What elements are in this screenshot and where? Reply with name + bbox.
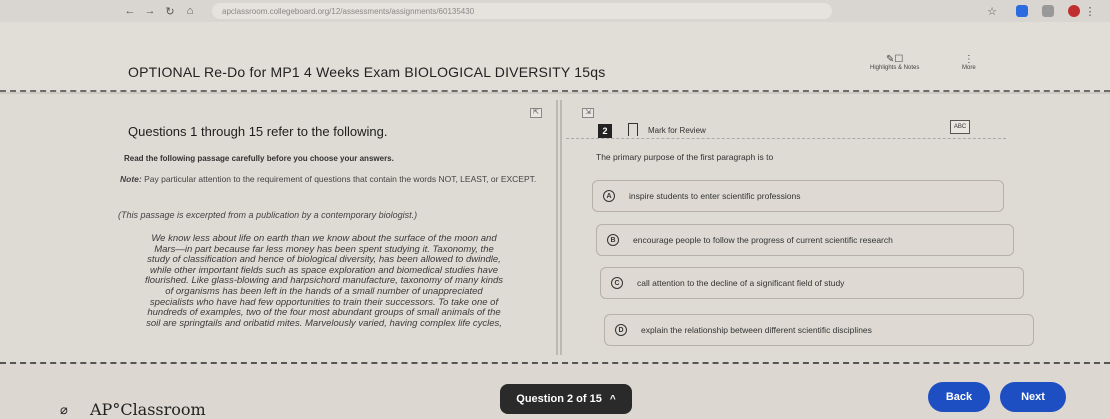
ap-classroom-logo: AP°Classroom xyxy=(90,400,206,419)
ap-logo-icon: ⌀ xyxy=(60,402,68,417)
question-navigator-button[interactable]: Question 2 of 15 ^ xyxy=(500,384,632,414)
puzzle-icon[interactable] xyxy=(1042,5,1054,17)
address-bar[interactable]: apclassroom.collegeboard.org/12/assessme… xyxy=(212,3,832,19)
question-range-heading: Questions 1 through 15 refer to the foll… xyxy=(128,124,388,139)
answer-choice-b[interactable]: B encourage people to follow the progres… xyxy=(596,224,1014,256)
passage-line: soil are springtails and oribatid mites.… xyxy=(146,317,502,329)
instructions: Read the following passage carefully bef… xyxy=(124,154,394,163)
note-text: Pay particular attention to the requirem… xyxy=(141,174,537,184)
passage-text: We know less about life on earth than we… xyxy=(104,233,544,329)
passage-line: of organisms has been left in the hands … xyxy=(165,285,483,297)
highlighter-icon: ✎☐ xyxy=(886,54,904,65)
choice-letter: A xyxy=(603,190,615,202)
home-icon[interactable]: ⌂ xyxy=(180,5,200,17)
choice-text: encourage people to follow the progress … xyxy=(633,235,893,245)
note: Note: Pay particular attention to the re… xyxy=(120,174,540,184)
choice-text: explain the relationship between differe… xyxy=(641,325,872,335)
choice-letter: C xyxy=(611,277,623,289)
back-button[interactable]: Back xyxy=(928,382,990,412)
footer: ⌀ AP°Classroom Question 2 of 15 ^ Back N… xyxy=(0,362,1110,419)
pane-divider[interactable] xyxy=(556,100,562,355)
note-lead: Note: xyxy=(120,174,142,184)
chevron-up-icon: ^ xyxy=(609,393,616,405)
question-pane: 2 Mark for Review ABC The primary purpos… xyxy=(566,94,1110,362)
next-button[interactable]: Next xyxy=(1000,382,1066,412)
more-label: More xyxy=(962,65,976,71)
highlights-notes-button[interactable]: ✎☐ Highlights & Notes xyxy=(870,54,919,71)
choice-text: inspire students to enter scientific pro… xyxy=(629,191,801,201)
answer-choice-a[interactable]: A inspire students to enter scientific p… xyxy=(592,180,1004,212)
choice-letter: D xyxy=(615,324,627,336)
forward-arrow-icon[interactable]: → xyxy=(140,5,160,17)
app-header: OPTIONAL Re-Do for MP1 4 Weeks Exam BIOL… xyxy=(0,22,1110,92)
passage-pane[interactable]: Questions 1 through 15 refer to the foll… xyxy=(0,94,552,362)
passage-source: (This passage is excerpted from a public… xyxy=(118,210,418,220)
page-title: OPTIONAL Re-Do for MP1 4 Weeks Exam BIOL… xyxy=(128,64,606,80)
question-stem: The primary purpose of the first paragra… xyxy=(596,152,774,162)
more-button[interactable]: ⋮ More xyxy=(962,54,976,71)
answer-choice-d[interactable]: D explain the relationship between diffe… xyxy=(604,314,1034,346)
kebab-menu-icon[interactable]: ⋮ xyxy=(1080,5,1100,18)
star-icon[interactable]: ☆ xyxy=(982,5,1002,18)
question-number: 2 xyxy=(598,124,612,138)
answer-choice-c[interactable]: C call attention to the decline of a sig… xyxy=(600,267,1024,299)
question-divider xyxy=(566,138,1006,139)
extension-icon[interactable] xyxy=(1016,5,1028,17)
expand-left-icon[interactable]: ⇱ xyxy=(530,108,542,118)
question-nav-label: Question 2 of 15 xyxy=(516,393,602,405)
bookmark-icon[interactable] xyxy=(628,123,638,136)
highlights-label: Highlights & Notes xyxy=(870,65,920,71)
main-content: Questions 1 through 15 refer to the foll… xyxy=(0,94,1110,362)
choice-text: call attention to the decline of a signi… xyxy=(637,278,845,288)
more-vertical-icon: ⋮ xyxy=(963,54,974,65)
choice-letter: B xyxy=(607,234,619,246)
reload-icon[interactable]: ↻ xyxy=(160,5,180,18)
browser-toolbar: ← → ↻ ⌂ apclassroom.collegeboard.org/12/… xyxy=(0,0,1110,22)
back-arrow-icon[interactable]: ← xyxy=(120,5,140,17)
mark-for-review-button[interactable]: Mark for Review xyxy=(648,126,706,135)
passage-line: We know less about life on earth than we… xyxy=(151,233,497,244)
profile-icon[interactable] xyxy=(1068,5,1080,17)
answer-eliminator-button[interactable]: ABC xyxy=(950,120,970,134)
